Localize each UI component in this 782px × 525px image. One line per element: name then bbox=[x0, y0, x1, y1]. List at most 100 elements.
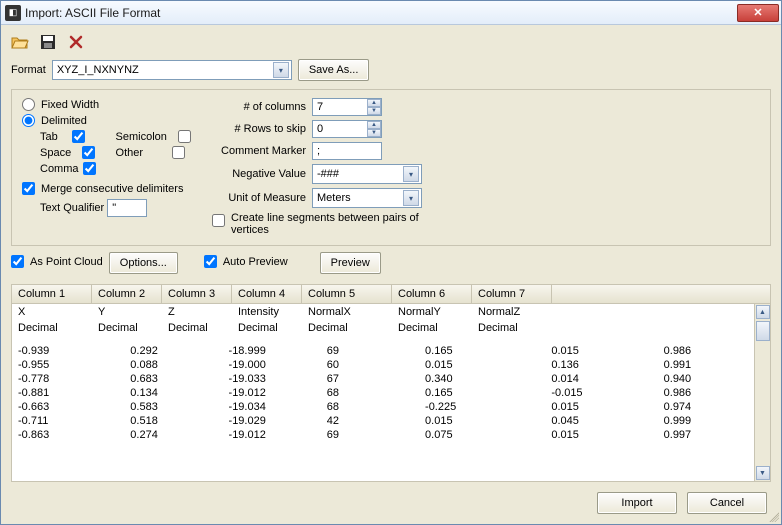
spin-down-icon[interactable]: ▼ bbox=[367, 107, 381, 115]
col-header[interactable]: Column 7 bbox=[472, 285, 552, 303]
lineseg-label: Create line segments between pairs of ve… bbox=[231, 212, 421, 236]
table-cell: 68 bbox=[321, 386, 419, 400]
scroll-thumb[interactable] bbox=[756, 321, 770, 341]
col-header[interactable]: Column 6 bbox=[392, 285, 472, 303]
cancel-button[interactable]: Cancel bbox=[687, 492, 767, 514]
table-cell: 68 bbox=[321, 400, 419, 414]
col-header[interactable]: Column 5 bbox=[302, 285, 392, 303]
table-cell: -0.711 bbox=[12, 414, 124, 428]
preview-button[interactable]: Preview bbox=[320, 252, 381, 274]
space-label: Space bbox=[40, 147, 71, 159]
table-cell: -0.225 bbox=[419, 400, 545, 414]
lineseg-checkbox[interactable] bbox=[212, 214, 225, 227]
comma-checkbox[interactable] bbox=[83, 162, 96, 175]
space-checkbox[interactable] bbox=[82, 146, 95, 159]
num-cols-label: # of columns bbox=[212, 101, 312, 113]
save-icon[interactable] bbox=[39, 33, 57, 51]
table-row[interactable]: -0.8630.274-19.012690.0750.0150.997 bbox=[12, 428, 770, 442]
col-header[interactable]: Column 3 bbox=[162, 285, 232, 303]
table-cell: -0.778 bbox=[12, 372, 124, 386]
table-cell: -18.999 bbox=[223, 344, 321, 358]
unit-row: Unit of Measure Meters ▾ bbox=[212, 188, 760, 208]
col-name: NormalX bbox=[308, 306, 398, 318]
other-label: Other bbox=[116, 147, 144, 159]
table-row[interactable]: -0.8810.134-19.012680.165-0.0150.986 bbox=[12, 386, 770, 400]
table-cell: 0.683 bbox=[124, 372, 222, 386]
col-header[interactable]: Column 2 bbox=[92, 285, 162, 303]
comment-input[interactable]: ; bbox=[312, 142, 382, 160]
table-row[interactable]: -0.6630.583-19.03468-0.2250.0150.974 bbox=[12, 400, 770, 414]
table-cell: -0.881 bbox=[12, 386, 124, 400]
delimited-radio-input[interactable] bbox=[22, 114, 35, 127]
table-row[interactable]: -0.7780.683-19.033670.3400.0140.940 bbox=[12, 372, 770, 386]
fixed-width-radio[interactable]: Fixed Width bbox=[22, 98, 212, 111]
table-row[interactable]: -0.7110.518-19.029420.0150.0450.999 bbox=[12, 414, 770, 428]
semicolon-checkbox[interactable] bbox=[178, 130, 191, 143]
pointcloud-check[interactable]: As Point Cloud bbox=[11, 255, 103, 268]
col-name: Y bbox=[98, 306, 168, 318]
tab-check[interactable]: Tab bbox=[40, 130, 98, 143]
table-cell: -0.663 bbox=[12, 400, 124, 414]
other-checkbox[interactable] bbox=[172, 146, 185, 159]
import-button[interactable]: Import bbox=[597, 492, 677, 514]
other-check[interactable]: Other bbox=[116, 146, 193, 159]
neg-combo[interactable]: -### ▾ bbox=[312, 164, 422, 184]
space-check[interactable]: Space bbox=[40, 146, 98, 159]
num-cols-spinner[interactable]: 7 ▲▼ bbox=[312, 98, 382, 116]
spin-up-icon[interactable]: ▲ bbox=[367, 99, 381, 107]
table-cell: -0.863 bbox=[12, 428, 124, 442]
close-icon: ✕ bbox=[753, 6, 762, 19]
type-row: Decimal Decimal Decimal Decimal Decimal … bbox=[12, 320, 770, 336]
merge-check[interactable]: Merge consecutive delimiters bbox=[22, 182, 212, 195]
autopreview-checkbox[interactable] bbox=[204, 255, 217, 268]
tab-checkbox[interactable] bbox=[72, 130, 85, 143]
fixed-width-radio-input[interactable] bbox=[22, 98, 35, 111]
grid-body[interactable]: X Y Z Intensity NormalX NormalY NormalZ … bbox=[12, 304, 770, 481]
spin-up-icon[interactable]: ▲ bbox=[367, 121, 381, 129]
semicolon-check[interactable]: Semicolon bbox=[116, 130, 193, 143]
vertical-scrollbar[interactable]: ▲ ▼ bbox=[754, 304, 770, 481]
autopreview-check[interactable]: Auto Preview bbox=[204, 255, 288, 268]
merge-checkbox[interactable] bbox=[22, 182, 35, 195]
rows-skip-row: # Rows to skip 0 ▲▼ bbox=[212, 120, 760, 138]
rows-skip-value: 0 bbox=[317, 123, 323, 135]
options-button[interactable]: Options... bbox=[109, 252, 178, 274]
table-cell: 0.088 bbox=[124, 358, 222, 372]
format-label: Format bbox=[11, 64, 46, 76]
table-cell: 69 bbox=[321, 344, 419, 358]
scroll-up-icon[interactable]: ▲ bbox=[756, 305, 770, 319]
rows-skip-spinner[interactable]: 0 ▲▼ bbox=[312, 120, 382, 138]
col-name: NormalY bbox=[398, 306, 478, 318]
format-value: XYZ_I_NXNYNZ bbox=[57, 64, 139, 76]
open-icon[interactable] bbox=[11, 33, 29, 51]
saveas-button[interactable]: Save As... bbox=[298, 59, 370, 81]
name-row: X Y Z Intensity NormalX NormalY NormalZ bbox=[12, 304, 770, 320]
text-qualifier-input[interactable]: " bbox=[107, 199, 147, 217]
table-row[interactable]: -0.9550.088-19.000600.0150.1360.991 bbox=[12, 358, 770, 372]
col-header[interactable]: Column 4 bbox=[232, 285, 302, 303]
spin-down-icon[interactable]: ▼ bbox=[367, 129, 381, 137]
unit-label: Unit of Measure bbox=[212, 192, 312, 204]
table-cell: -0.015 bbox=[545, 386, 657, 400]
col-name: X bbox=[18, 306, 98, 318]
resize-grip-icon[interactable] bbox=[767, 510, 779, 522]
pointcloud-checkbox[interactable] bbox=[11, 255, 24, 268]
chevron-down-icon: ▾ bbox=[403, 166, 419, 182]
delete-icon[interactable] bbox=[67, 33, 85, 51]
lineseg-check[interactable]: Create line segments between pairs of ve… bbox=[212, 212, 760, 236]
table-cell: 0.165 bbox=[419, 344, 545, 358]
table-cell: 0.340 bbox=[419, 372, 545, 386]
fixed-width-label: Fixed Width bbox=[41, 99, 99, 111]
close-button[interactable]: ✕ bbox=[737, 4, 779, 22]
options-row: As Point Cloud Options... Auto Preview P… bbox=[11, 252, 771, 274]
comma-check[interactable]: Comma bbox=[40, 162, 98, 175]
footer-bar: Import Cancel bbox=[11, 482, 771, 514]
table-row[interactable]: -0.9390.292-18.999690.1650.0150.986 bbox=[12, 344, 770, 358]
delimited-radio[interactable]: Delimited bbox=[22, 114, 212, 127]
format-combo[interactable]: XYZ_I_NXNYNZ ▾ bbox=[52, 60, 292, 80]
col-header[interactable]: Column 1 bbox=[12, 285, 92, 303]
scroll-down-icon[interactable]: ▼ bbox=[756, 466, 770, 480]
col-type: Decimal bbox=[478, 322, 558, 334]
unit-combo[interactable]: Meters ▾ bbox=[312, 188, 422, 208]
table-cell: 42 bbox=[321, 414, 419, 428]
